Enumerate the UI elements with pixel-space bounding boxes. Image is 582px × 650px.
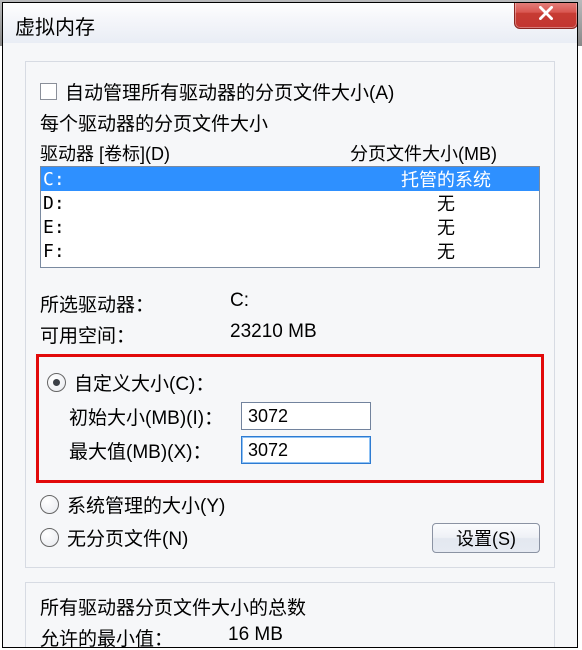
auto-manage-checkbox[interactable] bbox=[40, 83, 57, 100]
radio-system-label: 系统管理的大小(Y) bbox=[67, 491, 225, 518]
selected-drive-row: 所选驱动器： C: bbox=[40, 290, 540, 317]
drive-status: 无 bbox=[353, 238, 539, 264]
free-space-row: 可用空间： 23210 MB bbox=[40, 321, 540, 348]
drive-list-header: 驱动器 [卷标](D) 分页文件大小(MB) bbox=[40, 140, 540, 166]
radio-none-label: 无分页文件(N) bbox=[67, 524, 188, 551]
totals-caption: 所有驱动器分页文件大小的总数 bbox=[40, 593, 540, 620]
window-title: 虚拟内存 bbox=[15, 11, 95, 40]
initial-size-row: 初始大小(MB)(I)： bbox=[69, 402, 533, 430]
client-area: 自动管理所有驱动器的分页文件大小(A) 每个驱动器的分页文件大小 驱动器 [卷标… bbox=[3, 43, 577, 647]
drive-letter: E: bbox=[41, 217, 353, 238]
per-drive-caption: 每个驱动器的分页文件大小 bbox=[40, 109, 540, 136]
dialog-window: 虚拟内存 自动管理所有驱动器的分页文件大小(A) 每个驱动器的分页文件大小 驱动… bbox=[2, 2, 578, 648]
free-space-value: 23210 MB bbox=[230, 321, 317, 348]
titlebar: 虚拟内存 bbox=[3, 3, 577, 44]
max-size-label: 最大值(MB)(X)： bbox=[69, 437, 241, 464]
radio-custom-icon bbox=[47, 373, 66, 392]
max-size-input[interactable] bbox=[241, 436, 371, 464]
drive-row[interactable]: D:无 bbox=[41, 191, 539, 215]
max-size-row: 最大值(MB)(X)： bbox=[69, 436, 533, 464]
free-space-label: 可用空间： bbox=[40, 321, 230, 348]
drive-status: 无 bbox=[353, 214, 539, 240]
drive-status: 无 bbox=[353, 190, 539, 216]
initial-size-label: 初始大小(MB)(I)： bbox=[69, 403, 241, 430]
drive-row[interactable]: C:托管的系统 bbox=[41, 167, 539, 191]
set-button[interactable]: 设置(S) bbox=[432, 523, 540, 553]
drive-letter: F: bbox=[41, 241, 353, 262]
custom-size-highlight: 自定义大小(C)： 初始大小(MB)(I)： 最大值(MB)(X)： bbox=[36, 354, 544, 483]
radio-custom-size[interactable]: 自定义大小(C)： bbox=[47, 369, 533, 396]
radio-system-managed[interactable]: 系统管理的大小(Y) bbox=[40, 491, 540, 518]
auto-manage-row[interactable]: 自动管理所有驱动器的分页文件大小(A) bbox=[40, 78, 540, 105]
min-value: 16 MB bbox=[228, 624, 283, 647]
drive-status: 托管的系统 bbox=[353, 166, 539, 192]
drive-list[interactable]: C:托管的系统D:无E:无F:无 bbox=[40, 166, 540, 268]
initial-size-input[interactable] bbox=[241, 402, 371, 430]
drive-letter: C: bbox=[41, 169, 353, 190]
radio-custom-label: 自定义大小(C)： bbox=[74, 369, 214, 396]
min-label: 允许的最小值： bbox=[40, 624, 228, 647]
radio-system-icon bbox=[40, 495, 59, 514]
selected-drive-label: 所选驱动器： bbox=[40, 290, 230, 317]
auto-manage-label: 自动管理所有驱动器的分页文件大小(A) bbox=[65, 78, 394, 105]
group-per-drive: 自动管理所有驱动器的分页文件大小(A) 每个驱动器的分页文件大小 驱动器 [卷标… bbox=[25, 61, 555, 568]
drive-row[interactable]: F:无 bbox=[41, 239, 539, 263]
drive-row[interactable]: E:无 bbox=[41, 215, 539, 239]
selected-drive-value: C: bbox=[230, 290, 249, 317]
close-icon bbox=[539, 4, 553, 25]
close-button[interactable] bbox=[514, 2, 578, 29]
group-totals: 所有驱动器分页文件大小的总数 允许的最小值： 16 MB 推荐： 2779 MB… bbox=[25, 582, 555, 647]
radio-none-icon bbox=[40, 528, 59, 547]
header-drive: 驱动器 [卷标](D) bbox=[40, 140, 350, 166]
min-row: 允许的最小值： 16 MB bbox=[40, 624, 540, 647]
drive-letter: D: bbox=[41, 193, 353, 214]
header-pagesize: 分页文件大小(MB) bbox=[350, 140, 497, 166]
